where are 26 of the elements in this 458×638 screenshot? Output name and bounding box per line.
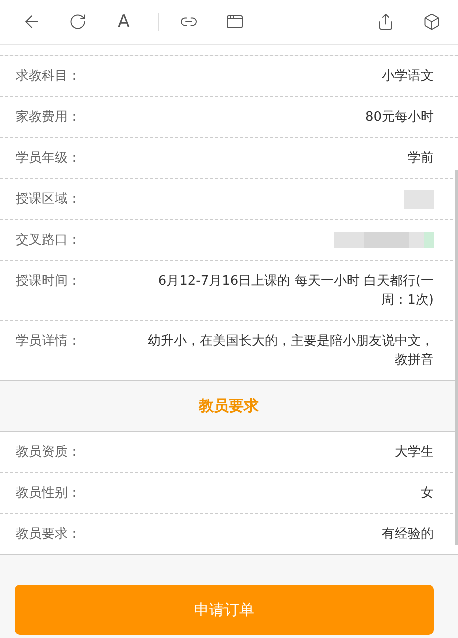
redacted-value bbox=[404, 190, 434, 209]
field-label: 授课区域： bbox=[16, 191, 81, 209]
field-value: 大学生 bbox=[395, 444, 434, 462]
field-value: 6月12-7月16日上课的 每天一小时 白天都行(一周：1次) bbox=[157, 273, 434, 310]
section-title: 教员要求 bbox=[199, 396, 259, 416]
field-label: 交叉路口： bbox=[16, 232, 81, 250]
cube-icon bbox=[423, 13, 441, 31]
field-label: 教员要求： bbox=[16, 526, 81, 544]
field-value: 80元每小时 bbox=[365, 109, 434, 127]
field-label: 求教科目： bbox=[16, 68, 81, 86]
field-label: 家教费用： bbox=[16, 109, 81, 127]
field-value: 女 bbox=[421, 485, 434, 503]
field-value: 幼升小，在美国长大的，主要是陪小朋友说中文，教拼音 bbox=[148, 333, 434, 370]
font-button[interactable]: A bbox=[112, 10, 136, 34]
field-value: 小学语文 bbox=[382, 68, 434, 86]
window-icon bbox=[226, 13, 244, 31]
scrollbar[interactable] bbox=[455, 170, 458, 545]
field-value: 有经验的 bbox=[382, 526, 434, 544]
field-label: 授课时间： bbox=[16, 273, 81, 291]
field-label: 学员详情： bbox=[16, 333, 81, 351]
field-label: 教员性别： bbox=[16, 485, 81, 503]
share-icon bbox=[377, 13, 395, 31]
field-label: 学员年级： bbox=[16, 150, 81, 168]
field-label: 教员资质： bbox=[16, 444, 81, 462]
field-value: 学前 bbox=[408, 150, 434, 168]
refresh-icon bbox=[69, 13, 87, 31]
